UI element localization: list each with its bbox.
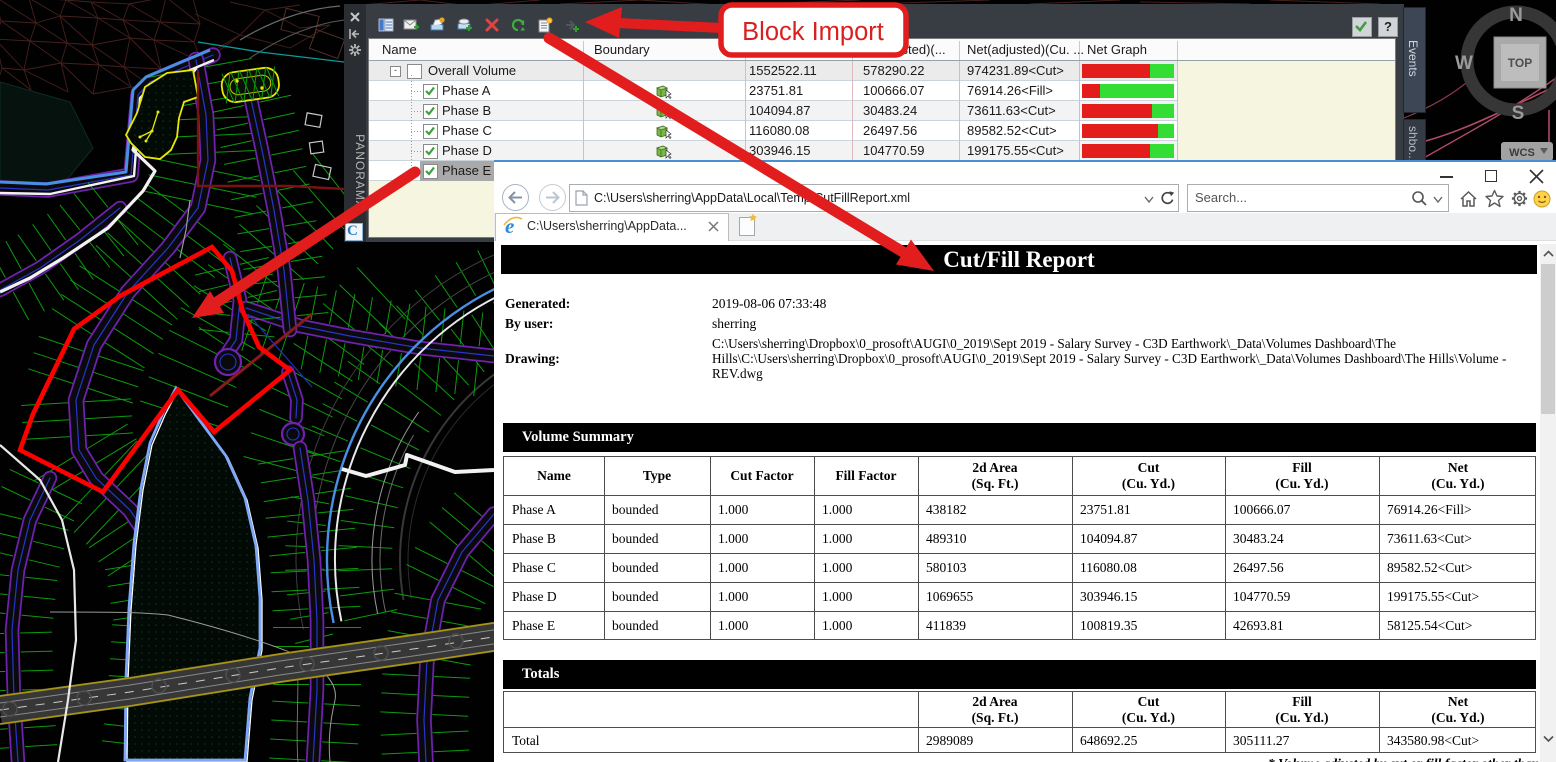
svg-text:TOP: TOP — [1508, 56, 1532, 70]
svg-text:WCS: WCS — [1509, 147, 1535, 159]
svg-text:W: W — [1455, 53, 1473, 74]
svg-text:N: N — [1509, 5, 1523, 26]
svg-text:S: S — [1512, 103, 1525, 124]
